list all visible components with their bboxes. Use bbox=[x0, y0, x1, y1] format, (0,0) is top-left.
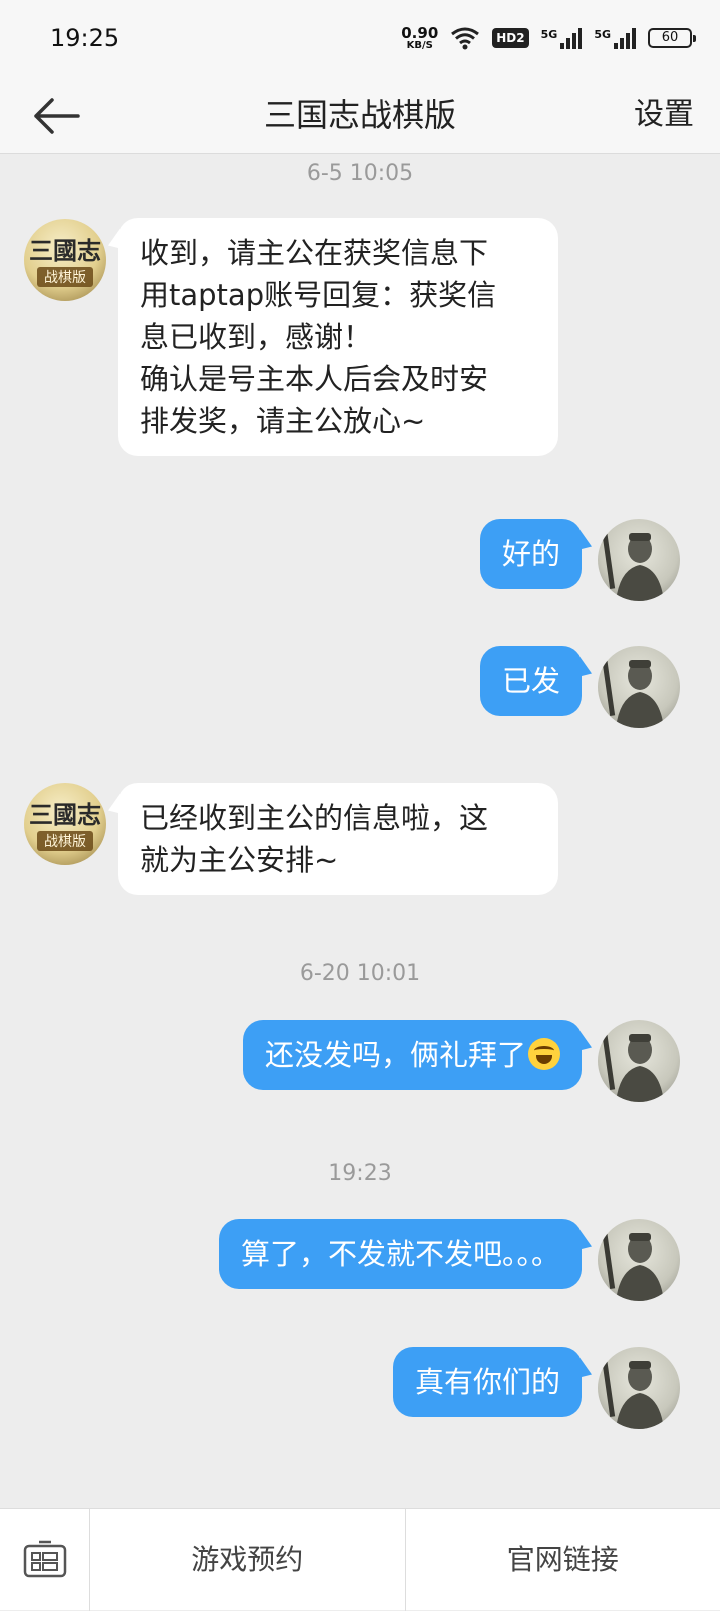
signal-icon: 5G bbox=[594, 28, 636, 49]
user-avatar[interactable] bbox=[598, 1020, 680, 1102]
message-bubble[interactable]: 真有你们的 bbox=[393, 1347, 582, 1417]
user-avatar[interactable] bbox=[598, 646, 680, 728]
timestamp: 6-20 10:01 bbox=[0, 961, 720, 986]
game-avatar[interactable]: 三國志 战棋版 bbox=[24, 219, 106, 301]
header: 三国志战棋版 设置 bbox=[0, 76, 720, 154]
message-line: 排发奖，请主公放心~ bbox=[140, 400, 536, 442]
hd-voice-icon: HD2 bbox=[492, 28, 528, 48]
message-line: 就为主公安排~ bbox=[140, 839, 536, 881]
page-title: 三国志战棋版 bbox=[0, 76, 720, 154]
user-photo-icon bbox=[598, 646, 680, 728]
message-bubble[interactable]: 好的 bbox=[480, 519, 582, 589]
message-bubble[interactable]: 已经收到主公的信息啦，这 就为主公安排~ bbox=[118, 783, 558, 895]
message-line: 收到，请主公在获奖信息下 bbox=[140, 232, 536, 274]
user-avatar[interactable] bbox=[598, 519, 680, 601]
message-text: 好的 bbox=[502, 537, 560, 571]
message-line: 已经收到主公的信息啦，这 bbox=[140, 797, 536, 839]
message-text: 真有你们的 bbox=[415, 1365, 560, 1399]
battery-level: 60 bbox=[662, 30, 679, 45]
message-text: 还没发吗，俩礼拜了 bbox=[265, 1038, 526, 1072]
timestamp: 6-5 10:05 bbox=[0, 161, 720, 186]
user-photo-icon bbox=[598, 519, 680, 601]
signal-label: 5G bbox=[594, 28, 611, 41]
user-photo-icon bbox=[598, 1219, 680, 1301]
message-text: 算了，不发就不发吧。。。 bbox=[241, 1237, 560, 1271]
message-bubble[interactable]: 算了，不发就不发吧。。。 bbox=[219, 1219, 582, 1289]
menu-official-website[interactable]: 官网链接 bbox=[405, 1509, 720, 1611]
network-speed-value: 0.90 bbox=[401, 26, 438, 41]
back-button[interactable] bbox=[28, 88, 84, 144]
arrow-left-icon bbox=[28, 88, 84, 144]
chat-area[interactable]: 6-5 10:05 三國志 战棋版 收到，请主公在获奖信息下 用taptap账号… bbox=[0, 155, 720, 1507]
message-line: 用taptap账号回复：获奖信 bbox=[140, 274, 536, 316]
message-bubble[interactable]: 收到，请主公在获奖信息下 用taptap账号回复：获奖信 息已收到，感谢！ 确认… bbox=[118, 218, 558, 456]
bottom-menu: 游戏预约 官网链接 bbox=[0, 1508, 720, 1610]
wifi-icon bbox=[450, 26, 480, 50]
status-time: 19:25 bbox=[50, 24, 119, 52]
svg-text:战棋版: 战棋版 bbox=[44, 270, 86, 286]
user-avatar[interactable] bbox=[598, 1347, 680, 1429]
message-line: 息已收到，感谢！ bbox=[140, 316, 536, 358]
status-bar: 19:25 0.90 KB/S HD2 5G 5G 60 bbox=[0, 0, 720, 76]
svg-text:战棋版: 战棋版 bbox=[44, 834, 86, 850]
signal-icon: 5G bbox=[541, 28, 583, 49]
laughing-crying-emoji-icon bbox=[528, 1038, 560, 1070]
message-text: 已发 bbox=[502, 664, 560, 698]
game-logo-icon: 三國志 战棋版 bbox=[24, 219, 106, 301]
message-bubble[interactable]: 已发 bbox=[480, 646, 582, 716]
message-bubble[interactable]: 还没发吗，俩礼拜了 bbox=[243, 1020, 582, 1090]
timestamp: 19:23 bbox=[0, 1161, 720, 1186]
keyboard-toggle-button[interactable] bbox=[0, 1509, 90, 1611]
user-avatar[interactable] bbox=[598, 1219, 680, 1301]
network-speed: 0.90 KB/S bbox=[401, 26, 438, 51]
message-line: 确认是号主本人后会及时安 bbox=[140, 358, 536, 400]
user-photo-icon bbox=[598, 1347, 680, 1429]
game-avatar[interactable]: 三國志 战棋版 bbox=[24, 783, 106, 865]
game-logo-icon: 三國志 战棋版 bbox=[24, 783, 106, 865]
svg-text:三國志: 三國志 bbox=[29, 800, 101, 829]
signal-label: 5G bbox=[541, 28, 558, 41]
settings-button[interactable]: 设置 bbox=[634, 76, 694, 154]
user-photo-icon bbox=[598, 1020, 680, 1102]
status-icons: 0.90 KB/S HD2 5G 5G 60 bbox=[401, 26, 692, 51]
network-speed-unit: KB/S bbox=[407, 41, 433, 51]
keyboard-icon bbox=[23, 1540, 67, 1580]
svg-text:三國志: 三國志 bbox=[29, 236, 101, 265]
battery-icon: 60 bbox=[648, 28, 692, 48]
menu-game-reservation[interactable]: 游戏预约 bbox=[90, 1509, 405, 1611]
